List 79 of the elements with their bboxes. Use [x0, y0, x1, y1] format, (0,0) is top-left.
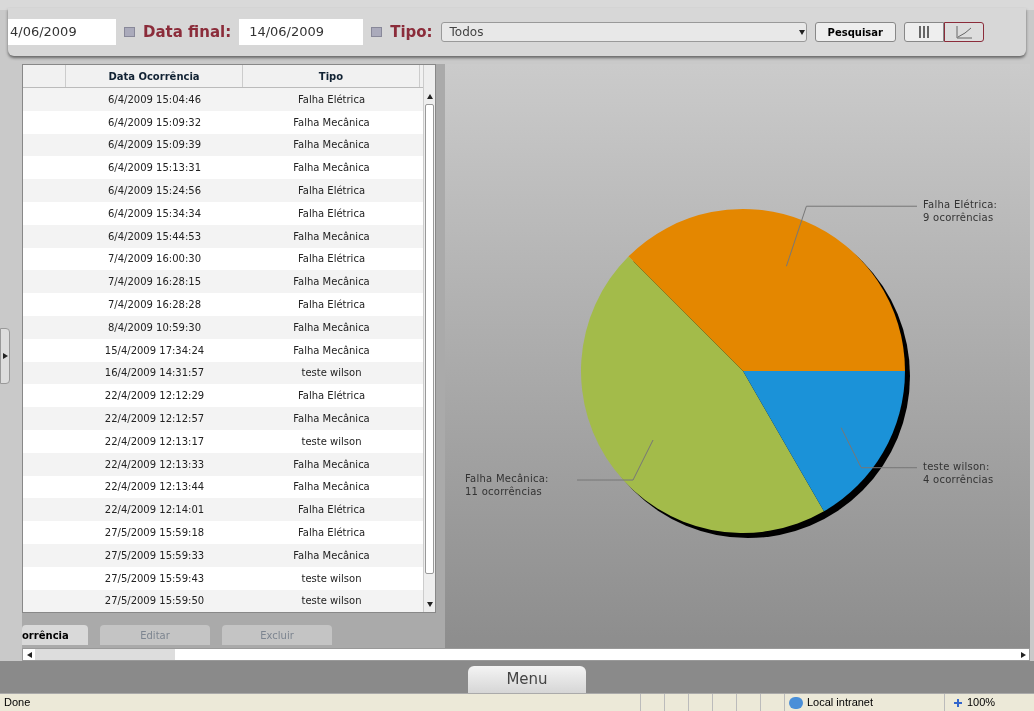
table-cell-text: 27/5/2009 15:59:43: [103, 571, 206, 586]
table-cell-text: Falha Mecânica: [292, 138, 371, 153]
table-cell-text: Falha Mecânica: [292, 161, 371, 176]
arrow-icon: [1019, 650, 1027, 659]
table-cell-text: Falha Elétrica: [296, 298, 367, 313]
table-cell-text: Falha Elétrica: [296, 92, 367, 107]
table-cell-text: 22/4/2009 12:14:01: [103, 503, 206, 518]
search-button[interactable]: Pesquisar: [814, 22, 896, 42]
arrow-icon: [425, 600, 434, 609]
table-cell-text: 6/4/2009 15:04:46: [107, 92, 202, 107]
slice-value: 9 ocorrências: [923, 211, 995, 225]
menu-tab[interactable]: Menu: [468, 666, 586, 693]
table-cell-text: 6/4/2009 15:09:32: [107, 115, 202, 130]
status-text: Done: [3, 695, 32, 711]
table-cell-text: 8/4/2009 10:59:30: [107, 320, 202, 335]
grid-view-button[interactable]: [904, 22, 944, 42]
slice-label: teste wilson:: [923, 459, 991, 473]
type-label: Tipo:: [390, 21, 433, 43]
table-cell-text: 27/5/2009 15:59:33: [103, 548, 206, 563]
table-cell-text: 22/4/2009 12:12:57: [103, 412, 206, 427]
table-cell-text: Falha Elétrica: [296, 526, 367, 541]
table-cell-text: 6/4/2009 15:34:34: [107, 206, 202, 221]
table-cell-text: 27/5/2009 15:59:18: [103, 526, 206, 541]
table-cell-text: 22/4/2009 12:13:33: [103, 457, 206, 472]
column-header[interactable]: Data Ocorrência: [66, 65, 243, 87]
table-cell-text: 15/4/2009 17:34:24: [103, 343, 206, 358]
zoom-level[interactable]: 100%: [967, 694, 996, 711]
caret-icon: [797, 28, 806, 36]
horizontal-scrollbar[interactable]: [22, 648, 1030, 661]
table-cell-text: Falha Mecânica: [292, 115, 371, 130]
table-cell-text: Falha Mecânica: [292, 412, 371, 427]
table-cell-text: 7/4/2009 16:28:28: [107, 298, 202, 313]
zoom-icon: [953, 697, 963, 708]
date-field[interactable]: 14/06/2009: [239, 19, 364, 45]
table-cell-text: Falha Mecânica: [292, 343, 371, 358]
table-cell-text: 6/4/2009 15:44:53: [107, 229, 202, 244]
zone-text: Local intranet: [807, 695, 874, 711]
expand-handle[interactable]: [0, 328, 10, 384]
table-cell-text: teste wilson: [300, 366, 363, 381]
vertical-scrollbar[interactable]: [423, 65, 435, 613]
slice-label: Falha Mecânica:: [465, 472, 549, 485]
table-cell-text: teste wilson: [300, 594, 363, 609]
slice-value: 4 ocorrências: [923, 472, 994, 486]
table-cell-text: Falha Mecânica: [292, 480, 371, 495]
column-header[interactable]: Tipo: [243, 65, 420, 87]
table-cell-text: teste wilson: [300, 434, 363, 449]
table-cell-text: Falha Elétrica: [296, 503, 367, 518]
table-cell-text: Falha Elétrica: [296, 252, 367, 267]
columns-icon: [918, 25, 930, 39]
table-cell-text: Falha Elétrica: [296, 389, 367, 404]
table-cell-text: 16/4/2009 14:31:57: [103, 366, 206, 381]
table-cell-text: 22/4/2009 12:12:29: [103, 389, 206, 404]
arrow-icon: [425, 92, 434, 100]
end-date-label: Data final:: [143, 21, 232, 43]
table-cell-text: 6/4/2009 15:09:39: [107, 138, 202, 153]
action-button[interactable]: orrência: [22, 625, 88, 646]
table-cell-text: Falha Mecânica: [292, 229, 371, 244]
table-cell-text: teste wilson: [300, 571, 363, 586]
slice-value: 11 ocorrências: [465, 485, 544, 498]
date-field[interactable]: 4/06/2009: [8, 19, 116, 45]
slice-label: Falha Elétrica:: [923, 198, 998, 212]
table-cell-text: 6/4/2009 15:24:56: [107, 184, 202, 199]
table-cell-text: Falha Mecânica: [292, 548, 371, 563]
table-cell-text: Falha Mecânica: [292, 275, 371, 290]
table-cell-text: Falha Mecânica: [292, 320, 371, 335]
table-cell-text: 7/4/2009 16:00:30: [107, 252, 202, 267]
line-chart-icon: [955, 25, 973, 39]
table-cell-text: 22/4/2009 12:13:17: [103, 434, 206, 449]
table-cell-text: 27/5/2009 15:59:50: [103, 594, 206, 609]
table-cell-text: 6/4/2009 15:13:31: [107, 161, 202, 176]
chart-view-button[interactable]: [944, 22, 984, 42]
table-cell-text: Falha Mecânica: [292, 457, 371, 472]
table-cell-text: Falha Elétrica: [296, 206, 367, 221]
arrow-icon: [25, 650, 33, 659]
table-cell-text: 7/4/2009 16:28:15: [107, 275, 202, 290]
type-dropdown[interactable]: Todos: [440, 22, 807, 42]
table-cell-text: Falha Elétrica: [296, 184, 367, 199]
arrow-icon: [1, 352, 9, 360]
table-cell-text: 22/4/2009 12:13:44: [103, 480, 206, 495]
